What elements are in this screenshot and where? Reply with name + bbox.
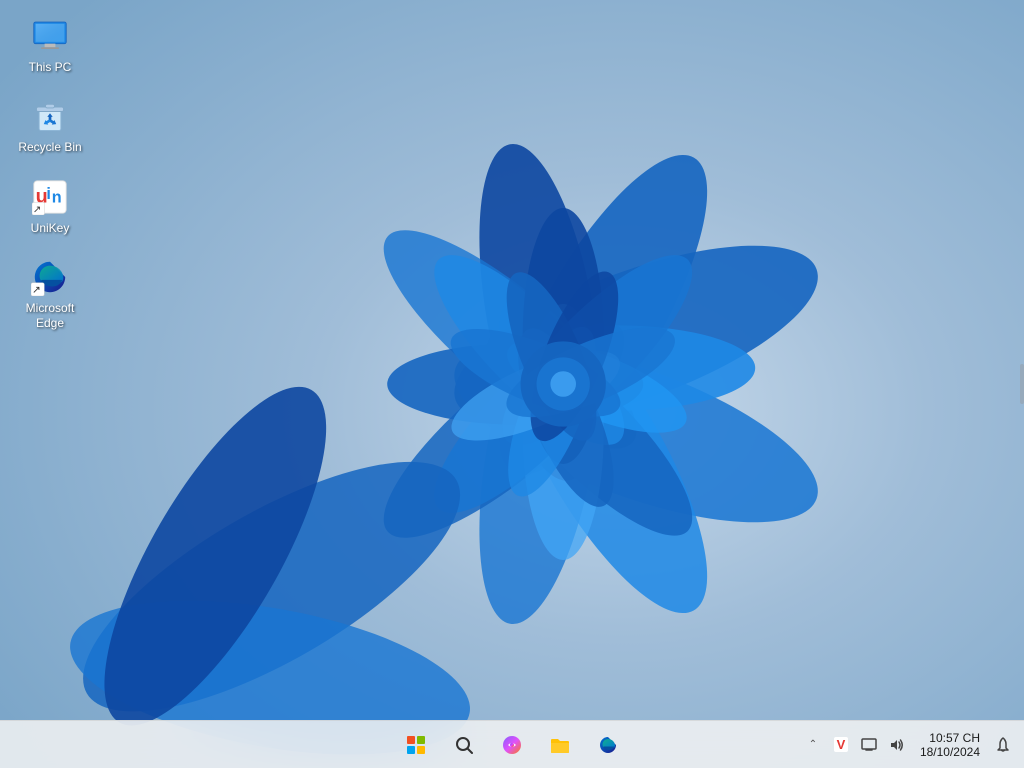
desktop-icon-unikey[interactable]: u i n ↗ UniKey: [10, 171, 90, 241]
search-icon: [455, 736, 473, 754]
desktop-icon-recycle-bin[interactable]: Recycle Bin: [10, 90, 90, 160]
recycle-bin-icon: [32, 98, 68, 134]
svg-text:↗: ↗: [33, 204, 41, 215]
edge-taskbar-icon: [598, 735, 618, 755]
display-tray-icon[interactable]: [856, 723, 882, 767]
clock-time: 10:57 CH: [929, 731, 980, 745]
edge-desktop-label: Microsoft Edge: [14, 301, 86, 330]
system-tray: ⌃ V: [800, 721, 1024, 768]
taskbar: ⌃ V: [0, 720, 1024, 768]
wallpaper: [0, 0, 1024, 768]
copilot-icon: [502, 735, 522, 755]
start-button[interactable]: [394, 723, 438, 767]
edge-icon-container: ↗: [30, 257, 70, 297]
display-icon: [861, 738, 877, 752]
clock-display[interactable]: 10:57 CH 18/10/2024: [912, 731, 988, 759]
windows-logo-icon: [407, 736, 425, 754]
svg-text:n: n: [52, 188, 62, 206]
viva-engage-tray-icon[interactable]: V: [828, 723, 854, 767]
clock-date: 18/10/2024: [920, 745, 980, 759]
unikey-label: UniKey: [31, 221, 70, 235]
taskbar-center: [394, 721, 630, 768]
search-button[interactable]: [442, 723, 486, 767]
recycle-bin-label: Recycle Bin: [18, 140, 81, 154]
volume-tray-icon[interactable]: [884, 723, 910, 767]
this-pc-label: This PC: [29, 60, 72, 74]
desktop-icons: This PC: [10, 10, 90, 336]
notification-button[interactable]: [990, 723, 1016, 767]
copilot-button[interactable]: [490, 723, 534, 767]
recycle-bin-icon-container: [30, 96, 70, 136]
right-edge-handle: [1020, 364, 1024, 404]
desktop: This PC: [0, 0, 1024, 768]
this-pc-icon-container: [30, 16, 70, 56]
svg-text:i: i: [46, 185, 51, 203]
viva-icon: V: [834, 737, 849, 752]
file-explorer-button[interactable]: [538, 723, 582, 767]
this-pc-icon: [32, 20, 68, 52]
folder-icon: [550, 736, 570, 754]
edge-desktop-icon: ↗: [31, 258, 69, 296]
tray-overflow-button[interactable]: ⌃: [800, 723, 826, 767]
unikey-icon: u i n ↗: [32, 179, 68, 215]
svg-text:↗: ↗: [32, 285, 41, 296]
volume-icon: [889, 738, 905, 752]
desktop-icon-edge[interactable]: ↗ Microsoft Edge: [10, 251, 90, 336]
edge-taskbar-button[interactable]: [586, 723, 630, 767]
unikey-icon-container: u i n ↗: [30, 177, 70, 217]
desktop-icon-this-pc[interactable]: This PC: [10, 10, 90, 80]
chevron-icon: ⌃: [809, 739, 817, 750]
bell-icon: [995, 737, 1011, 753]
